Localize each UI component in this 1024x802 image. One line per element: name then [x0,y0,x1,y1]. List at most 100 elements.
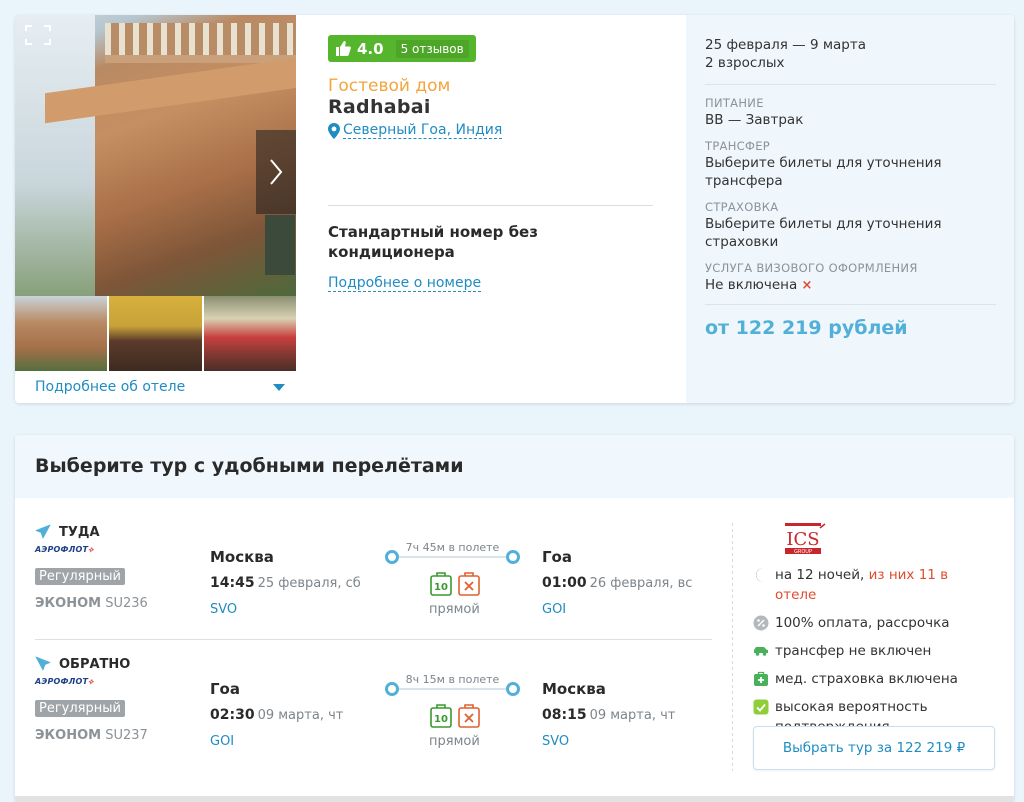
gallery-thumbnails [15,296,296,371]
hotel-gallery: Подробнее об отеле [15,15,296,403]
hotel-type: Гостевой дом [328,76,451,96]
arrival-airport[interactable]: GOI [542,602,566,617]
gallery-next-button[interactable] [256,130,296,214]
departure-airport[interactable]: GOI [210,734,234,749]
flight-leg-outbound[interactable]: ТУДА АЭРОФЛОТ⟡ Регулярный ЭКОНОМ SU236 М… [35,523,711,617]
luggage-not-included-icon[interactable] [458,572,480,596]
departure-time-row: 02:30 09 марта, чт [210,707,343,723]
departure-city: Москва [210,548,274,566]
rating-badge[interactable]: 4.0 5 отзывов [328,35,476,62]
route-bar [399,688,506,690]
fullscreen-icon[interactable] [25,25,51,45]
airline-logo: АЭРОФЛОТ⟡ [35,677,95,689]
feature-transfer: трансфер не включен [753,641,998,661]
flights-card: Выберите тур с удобными перелётами ТУДА … [15,435,1014,802]
route-bar [399,556,506,558]
hotel-info: 4.0 5 отзывов Гостевой дом Radhabai Севе… [328,35,658,292]
map-pin-icon [328,122,340,139]
baggage-included-icon[interactable]: 10 [430,572,452,596]
flight-type-badge: Регулярный [35,700,125,717]
flight-duration: 8ч 15м в полете [405,673,500,686]
arrival-time-row: 01:00 26 февраля, вс [542,575,692,591]
hotel-card: Подробнее об отеле 4.0 5 отзывов Гостево… [15,15,1014,403]
summary-divider-2 [705,304,996,305]
thumbs-up-icon [336,41,351,56]
cross-icon: × [801,278,813,293]
hotel-name: Radhabai [328,96,431,118]
thumbnail-3[interactable] [203,296,296,371]
insurance-label: СТРАХОВКА [705,200,779,214]
arrival-date: 26 февраля, вс [589,576,693,591]
flight-number: SU237 [105,728,148,743]
travel-dates: 25 февраля — 9 марта [705,37,866,53]
visa-value: Не включена [705,277,798,293]
departure-city: Гоа [210,680,240,698]
airline-logo: АЭРОФЛОТ⟡ [35,545,95,557]
bottom-strip [15,796,1014,802]
photo-window [265,215,295,275]
hotel-location-text: Северный Гоа, Индия [343,122,503,139]
route-start-dot [385,550,399,564]
select-tour-button[interactable]: Выбрать тур за 122 219 ₽ [753,726,995,770]
luggage-not-included-icon[interactable] [458,704,480,728]
thumbnail-2[interactable] [109,296,202,371]
arrival-time: 01:00 [542,575,587,591]
departure-time: 02:30 [210,707,255,723]
more-about-hotel-link[interactable]: Подробнее об отеле [35,377,285,397]
flight-class: ЭКОНОМ SU237 [35,728,148,743]
operator-logo-subtext: GROUP [794,549,812,555]
feature-insurance: мед. страховка включена [753,669,998,689]
flight-duration: 7ч 45м в полете [405,541,500,554]
airline-name: АЭРОФЛОТ [35,677,89,686]
baggage-icons: 10 [430,572,480,596]
route-end-dot [506,682,520,696]
departure-date: 09 марта, чт [257,708,344,723]
hotel-main-photo[interactable] [15,15,296,296]
more-about-room-link[interactable]: Подробнее о номере [328,275,482,292]
departure-airport[interactable]: SVO [210,602,237,617]
room-name: Стандартный номер без кондиционера [328,223,538,261]
guests-count: 2 взрослых [705,55,785,71]
stops-info: прямой [429,734,480,749]
moon-icon [756,568,763,582]
transfer-text: трансфер не включен [775,643,932,659]
route-line: 8ч 15м в полете [385,673,520,699]
arrival-airport[interactable]: SVO [542,734,569,749]
leg-label: ОБРАТНО [59,656,131,672]
arrival-date: 09 марта, чт [589,708,676,723]
meal-value: BB — Завтрак [705,112,804,128]
departure-time: 14:45 [210,575,255,591]
feature-nights: на 12 ночей, из них 11 в отеле [753,565,998,605]
medical-kit-icon [754,671,768,686]
tour-operator-logo: ICS GROUP [785,523,826,555]
nights-text: на 12 ночей, из них 11 в отеле [775,565,975,605]
flight-type-badge: Регулярный [35,568,125,585]
legs-divider [35,639,712,640]
payment-text: 100% оплата, рассрочка [775,615,950,631]
arrival-city: Гоа [542,548,572,566]
transfer-value: Выберите билеты для уточнения трансфера [705,155,942,189]
baggage-included-icon[interactable]: 10 [430,704,452,728]
route-start-dot [385,682,399,696]
arrival-time-row: 08:15 09 марта, чт [542,707,675,723]
departure-time-row: 14:45 25 февраля, сб [210,575,361,591]
leg-title-return: ОБРАТНО [35,655,711,673]
reviews-count[interactable]: 5 отзывов [395,39,469,58]
hotel-location[interactable]: Северный Гоа, Индия [328,122,658,139]
flight-number: SU236 [105,596,148,611]
photo-balcony [105,23,296,63]
plane-icon [35,524,51,539]
meal-label: ПИТАНИЕ [705,96,764,110]
departure-date: 25 февраля, сб [257,576,361,591]
flight-leg-return[interactable]: ОБРАТНО АЭРОФЛОТ⟡ Регулярный ЭКОНОМ SU23… [35,655,711,749]
thumbnail-1[interactable] [15,296,108,371]
baggage-icons: 10 [430,704,480,728]
leg-title-outbound: ТУДА [35,523,711,541]
caret-down-icon [273,383,285,391]
summary-divider [705,84,996,85]
visa-label: УСЛУГА ВИЗОВОГО ОФОРМЛЕНИЯ [705,261,918,275]
baggage-kg: 10 [434,714,448,725]
baggage-kg: 10 [434,582,448,593]
car-icon [754,647,768,656]
insurance-value: Выберите билеты для уточнения страховки [705,216,942,250]
